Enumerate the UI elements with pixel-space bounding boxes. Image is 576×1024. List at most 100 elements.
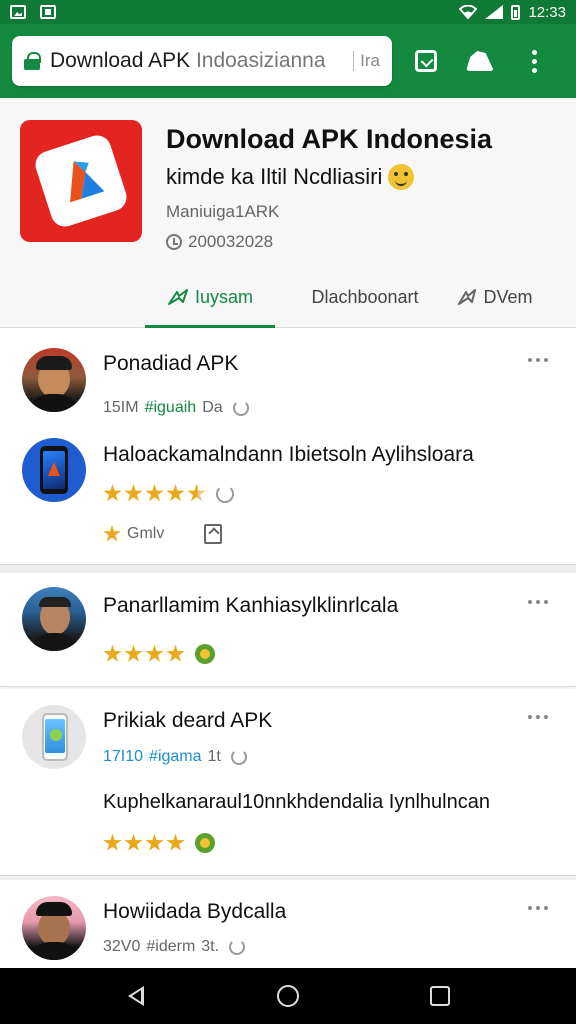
document-notification-icon — [40, 5, 56, 19]
star-icon — [145, 644, 164, 662]
tab-dlachboonart[interactable]: Dlachboonart — [290, 268, 440, 326]
star-icon — [124, 484, 143, 502]
signal-icon — [485, 5, 504, 19]
app-developer: Maniuiga1ARK — [166, 202, 280, 221]
home-button[interactable] — [263, 976, 313, 1016]
star-icon — [145, 484, 164, 502]
status-bar: 12:33 — [0, 0, 576, 24]
app-icon-avatar[interactable] — [22, 705, 86, 769]
item-extra: Da — [202, 399, 223, 416]
item-size: 17I10 — [103, 748, 144, 765]
app-header: Download APK Indonesia kimde ka Iltil Nc… — [0, 98, 576, 328]
more-vertical-icon — [531, 49, 537, 73]
star-icon — [103, 525, 121, 542]
item-meta: 15IM #iguaih Da — [103, 399, 249, 417]
app-logo[interactable] — [20, 120, 142, 242]
sync-icon — [229, 939, 246, 955]
badge-icon — [195, 833, 215, 853]
item-footer: Gmlv — [103, 524, 223, 544]
star-icon — [166, 484, 185, 502]
tab-bar: Iuysam Dlachboonart DVem — [0, 268, 576, 328]
tab-iuysam[interactable]: Iuysam — [145, 268, 275, 328]
clock-icon — [166, 234, 182, 250]
avatar[interactable] — [22, 348, 86, 412]
app-logo-inner — [31, 131, 131, 231]
star-icon — [103, 833, 122, 851]
star-icon — [166, 833, 185, 851]
item-title[interactable]: Panarllamim Kanhiasylklinrlcala — [103, 594, 398, 618]
item-size: 15IM — [103, 399, 139, 416]
item-tag[interactable]: #iderm — [146, 938, 195, 956]
gallery-notification-icon — [10, 5, 26, 19]
app-date: 200032028 — [166, 232, 273, 252]
tab-switcher-button[interactable] — [406, 41, 446, 81]
url-text[interactable]: Download APK Indoasizianna — [50, 49, 347, 73]
sync-icon — [216, 484, 234, 503]
rating-stars — [103, 484, 234, 503]
url-suffix: Ira — [353, 51, 380, 71]
star-icon — [166, 644, 185, 662]
tab-switcher-icon — [415, 50, 437, 72]
url-path: Indoasizianna — [195, 49, 326, 72]
item-title[interactable]: Howiidada Bydcalla — [103, 900, 286, 924]
tab-label: Iuysam — [194, 286, 254, 307]
list-card: Ponadiad APK 15IM #iguaih Da Haloackamal… — [0, 330, 576, 565]
item-title[interactable]: Haloackamalndann Ibietsoln Aylihsloara — [103, 443, 474, 467]
overflow-menu-button[interactable] — [514, 41, 554, 81]
item-extra: 3t. — [201, 938, 220, 955]
more-options-icon[interactable] — [528, 906, 552, 914]
item-footer-label[interactable]: Gmlv — [127, 525, 164, 543]
avatar[interactable] — [22, 896, 86, 960]
app-date-text: 200032028 — [188, 232, 274, 251]
more-options-icon[interactable] — [528, 715, 552, 723]
app-title: Download APK Indonesia — [166, 124, 493, 154]
item-tag[interactable]: #iguaih — [145, 399, 197, 417]
rating-stars — [103, 833, 215, 853]
star-icon — [124, 644, 143, 662]
share-icon — [457, 288, 477, 306]
tab-label: Dlachboonart — [311, 286, 419, 307]
item-title[interactable]: Ponadiad APK — [103, 352, 238, 376]
lock-icon — [24, 52, 41, 70]
item-tag[interactable]: #igama — [149, 748, 201, 766]
status-time: 12:33 — [528, 3, 566, 21]
tab-dvem[interactable]: DVem — [440, 268, 550, 326]
item-title[interactable]: Prikiak deard APK — [103, 709, 272, 733]
more-options-icon[interactable] — [528, 358, 552, 366]
play-arrow-icon — [70, 161, 105, 203]
home-icon — [277, 985, 299, 1007]
item-description: Kuphelkanaraul10nnkhdendalia Iynlhulncan — [103, 791, 490, 813]
tab-label: DVem — [483, 286, 533, 307]
back-button[interactable] — [111, 976, 161, 1016]
sync-icon — [232, 400, 249, 416]
sync-icon — [230, 749, 247, 765]
half-star-icon — [187, 484, 206, 502]
list-card: Howiidada Bydcalla 32V0 #iderm 3t. — [0, 880, 576, 968]
app-subtitle: kimde ka Iltil Ncdliasiri — [166, 164, 415, 190]
star-icon — [103, 644, 122, 662]
address-bar[interactable]: Download APK Indoasizianna Ira — [12, 36, 392, 86]
item-extra: 1t — [207, 748, 221, 765]
incognito-button[interactable] — [460, 41, 500, 81]
recents-icon — [430, 986, 450, 1006]
app-icon-avatar[interactable] — [22, 438, 86, 502]
more-options-icon[interactable] — [528, 600, 552, 608]
item-meta: 32V0 #iderm 3t. — [103, 938, 246, 956]
avatar[interactable] — [22, 587, 86, 651]
item-meta: 17I10 #igama 1t — [103, 748, 247, 766]
incognito-icon — [466, 51, 494, 71]
recents-button[interactable] — [415, 976, 465, 1016]
list-card: Panarllamim Kanhiasylklinrlcala — [0, 573, 576, 687]
badge-icon — [195, 644, 215, 664]
wifi-icon — [459, 5, 478, 19]
star-icon — [124, 833, 143, 851]
browser-toolbar: Download APK Indoasizianna Ira — [0, 24, 576, 98]
star-icon — [103, 484, 122, 502]
app-subtitle-text: kimde ka Iltil Ncdliasiri — [166, 164, 383, 189]
rating-stars — [103, 644, 215, 664]
list-card: Prikiak deard APK 17I10 #igama 1t Kuphel… — [0, 689, 576, 876]
upload-icon[interactable] — [204, 524, 223, 544]
battery-icon — [511, 4, 521, 20]
url-domain: Download APK — [50, 49, 196, 72]
star-icon — [145, 833, 164, 851]
